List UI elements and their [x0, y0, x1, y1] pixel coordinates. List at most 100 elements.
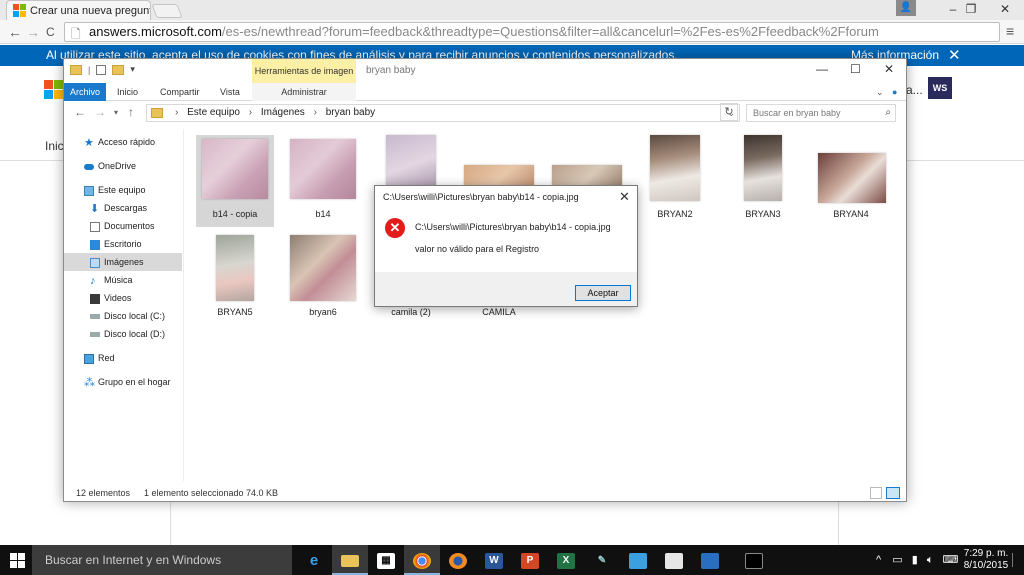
tab-title: Crear una nueva pregunta [30, 4, 151, 17]
customize-qat-icon[interactable]: ▾ [130, 64, 135, 75]
chevron-right-icon[interactable]: › [314, 107, 317, 118]
show-desktop-button[interactable] [1012, 553, 1020, 567]
battery-icon[interactable]: ▮ [912, 554, 918, 566]
tab-vista[interactable]: Vista [220, 83, 240, 101]
back-arrow-icon[interactable]: ← [74, 105, 86, 119]
explorer-search-input[interactable]: Buscar en bryan baby ⌕ [746, 104, 896, 122]
refresh-icon[interactable]: ↻ [720, 103, 738, 121]
cookie-close-icon[interactable]: ✕ [948, 45, 961, 66]
drive-icon [90, 314, 100, 320]
nav-onedrive[interactable]: OneDrive [64, 157, 182, 175]
large-icons-view-icon[interactable] [886, 487, 900, 499]
user-profile-icon[interactable]: 👤 [896, 0, 916, 16]
reload-icon[interactable]: C [46, 24, 55, 40]
properties-icon[interactable] [96, 64, 107, 75]
file-item[interactable]: bryan6 [284, 233, 362, 325]
dialog-close-icon[interactable]: ✕ [619, 189, 630, 205]
tab-compartir[interactable]: Compartir [160, 83, 200, 101]
navigation-pane: ★ Acceso rápido OneDrive Este equipo ⬇ Des… [64, 129, 184, 481]
nav-desktop[interactable]: Escritorio [64, 235, 182, 253]
search-icon: ⌕ [885, 107, 891, 118]
cmd-icon[interactable] [736, 545, 772, 575]
forward-arrow-icon[interactable]: → [94, 105, 106, 119]
file-explorer-icon[interactable] [332, 545, 368, 575]
file-item[interactable]: b14 [284, 135, 362, 227]
photo-thumbnail [290, 235, 356, 301]
chevron-right-icon[interactable]: › [175, 107, 178, 118]
recent-locations-icon[interactable]: ▾ [114, 108, 118, 117]
firefox-icon[interactable] [440, 545, 476, 575]
nav-music[interactable]: ♪ Música [64, 271, 182, 289]
browser-tab[interactable]: Crear una nueva pregunta × [6, 0, 151, 20]
ok-button[interactable]: Aceptar [575, 285, 631, 301]
photo-thumbnail [744, 135, 782, 201]
powerpoint-icon[interactable]: P [512, 545, 548, 575]
nav-quick-access[interactable]: ★ Acceso rápido [64, 133, 182, 151]
breadcrumb-bryan-baby[interactable]: bryan baby [326, 107, 375, 118]
details-view-icon[interactable] [870, 487, 882, 499]
address-bar[interactable]: 🗋 answers.microsoft.com/es-es/newthread?… [64, 22, 1000, 42]
breadcrumb-imagenes[interactable]: Imágenes [261, 107, 305, 118]
tab-archivo[interactable]: Archivo [64, 83, 106, 101]
nav-disk-d[interactable]: Disco local (D:) [64, 325, 182, 343]
help-icon[interactable]: ● [892, 83, 897, 101]
volume-icon[interactable]: 🔈︎ [927, 554, 934, 566]
tab-administrar[interactable]: Administrar [252, 83, 356, 101]
menu-icon[interactable]: ≡ [1006, 23, 1014, 39]
nav-network[interactable]: Red [64, 349, 182, 367]
explorer-minimize-button[interactable]: — [816, 62, 828, 76]
paint-icon[interactable]: ✎ [584, 545, 620, 575]
file-item[interactable]: BRYAN4 [812, 135, 890, 227]
new-folder-icon[interactable] [112, 64, 125, 75]
edge-icon[interactable]: e [296, 545, 332, 575]
file-item[interactable]: BRYAN2 [636, 135, 714, 227]
divider-icon: | [88, 64, 91, 75]
contextual-tab-header: Herramientas de imagen [252, 59, 356, 83]
excel-icon[interactable]: X [548, 545, 584, 575]
explorer-address-bar[interactable]: › Este equipo › Imágenes › bryan baby ⌄ [146, 104, 740, 122]
network-icon[interactable]: ▭ [892, 554, 902, 566]
file-item[interactable]: BRYAN3 [724, 135, 802, 227]
photos-icon[interactable] [620, 545, 656, 575]
back-arrow-icon[interactable]: ← [8, 24, 22, 40]
file-item[interactable]: b14 - copia [196, 135, 274, 227]
word-icon[interactable]: W [476, 545, 512, 575]
nav-videos[interactable]: Videos [64, 289, 182, 307]
up-arrow-icon[interactable]: ↑ [128, 105, 134, 119]
explorer-titlebar: | ▾ Herramientas de imagen bryan baby — … [64, 59, 906, 83]
avatar[interactable]: WS [928, 77, 952, 99]
nav-pictures[interactable]: Imágenes [64, 253, 182, 271]
breadcrumb-este-equipo[interactable]: Este equipo [187, 107, 240, 118]
chrome-icon[interactable] [404, 545, 440, 575]
close-button[interactable]: ✕ [990, 0, 1020, 18]
expand-ribbon-icon[interactable]: ⌄ [876, 83, 884, 101]
documents-icon[interactable] [656, 545, 692, 575]
store-icon[interactable]: ▦ [368, 545, 404, 575]
taskbar-clock[interactable]: 7:29 p. m. 8/10/2015 [963, 548, 1009, 572]
nav-documents[interactable]: Documentos [64, 217, 182, 235]
file-name: bryan6 [309, 307, 337, 317]
nav-fragment[interactable]: Inic [45, 139, 64, 153]
tab-inicio[interactable]: Inicio [117, 83, 138, 101]
new-tab-button[interactable] [151, 4, 183, 18]
taskbar-search-input[interactable]: Buscar en Internet y en Windows [32, 545, 292, 575]
explorer-maximize-button[interactable]: ☐ [850, 62, 861, 76]
url-host: answers.microsoft.com [89, 24, 222, 39]
app-icon[interactable] [692, 545, 728, 575]
windows-start-icon[interactable] [10, 553, 25, 568]
search-placeholder: Buscar en bryan baby [753, 108, 841, 118]
keyboard-icon[interactable]: ⌨︎ [943, 554, 959, 566]
nav-disk-c[interactable]: Disco local (C:) [64, 307, 182, 325]
computer-icon [84, 185, 94, 196]
show-hidden-icons-icon[interactable]: ^ [876, 554, 881, 566]
nav-homegroup[interactable]: ⁂ Grupo en el hogar [64, 373, 182, 391]
nav-downloads[interactable]: ⬇ Descargas [64, 199, 182, 217]
nav-this-pc[interactable]: Este equipo [64, 181, 182, 199]
chevron-right-icon[interactable]: › [249, 107, 252, 118]
file-item[interactable]: BRYAN5 [196, 233, 274, 325]
photo-thumbnail [290, 139, 356, 199]
explorer-close-button[interactable]: ✕ [884, 62, 894, 76]
restore-button[interactable]: ❐ [956, 0, 986, 18]
forward-arrow-icon[interactable]: → [26, 24, 40, 40]
desktop-icon [90, 239, 100, 250]
